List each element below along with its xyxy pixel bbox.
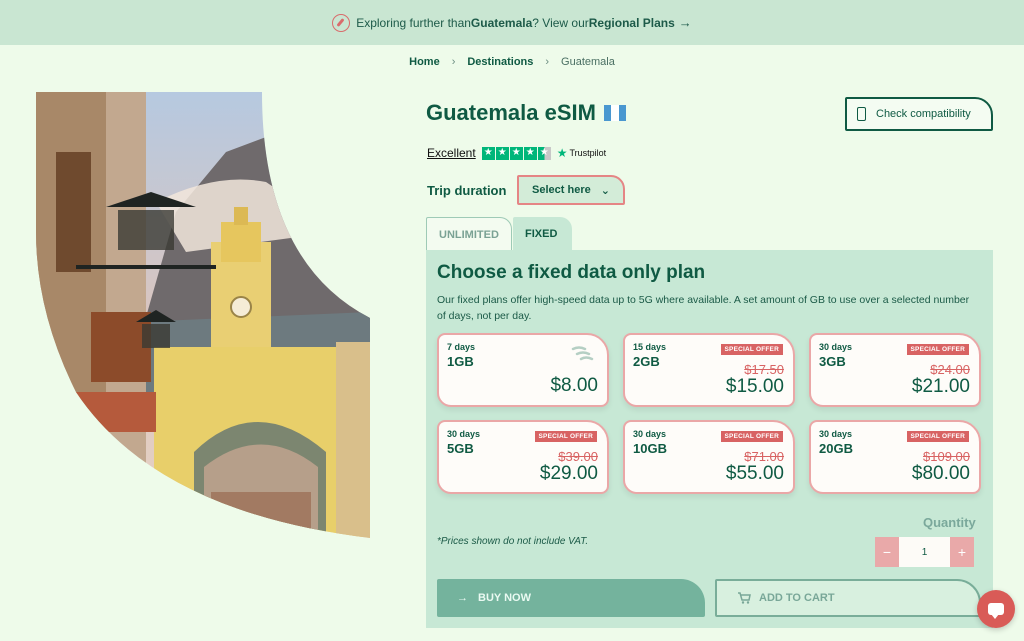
plan-price: $21.00 (911, 376, 970, 397)
quantity-increase-button[interactable]: + (950, 537, 974, 567)
check-compatibility-label: Check compatibility (876, 108, 971, 120)
special-offer-badge: SPECIAL OFFER (906, 344, 969, 355)
plan-days: 7 days (447, 342, 476, 352)
plan-card-20gb[interactable]: 30 days 20GB SPECIAL OFFER $109.00 $80.0… (809, 420, 981, 494)
page-title: Guatemala eSIM (426, 100, 626, 126)
star-half-icon: ★ (537, 146, 551, 160)
star-icon: ★ (509, 146, 523, 160)
plan-old-price: $109.00 (923, 449, 970, 464)
banner-middle: ? View our (532, 15, 589, 30)
star-icon: ★ (495, 146, 509, 160)
plan-card-2gb[interactable]: 15 days 2GB SPECIAL OFFER $17.50 $15.00 (623, 333, 795, 407)
signal-icon (571, 346, 594, 361)
plan-card-10gb[interactable]: 30 days 10GB SPECIAL OFFER $71.00 $55.00 (623, 420, 795, 494)
guatemala-flag-icon (603, 105, 626, 121)
add-to-cart-button[interactable]: ADD TO CART (715, 579, 981, 617)
plan-price: $29.00 (539, 463, 598, 484)
plan-price: $80.00 (911, 463, 970, 484)
check-compatibility-button[interactable]: Check compatibility (845, 97, 993, 131)
plan-old-price: $39.00 (558, 449, 598, 464)
plan-old-price: $71.00 (744, 449, 784, 464)
breadcrumb-home[interactable]: Home (409, 56, 440, 68)
trustpilot-rating[interactable]: Excellent ★ ★ ★ ★ ★ ★ Trustpilot (427, 146, 606, 160)
special-offer-badge: SPECIAL OFFER (720, 431, 783, 442)
chevron-right-icon: › (545, 56, 550, 68)
plan-price: $15.00 (725, 376, 784, 397)
regional-plans-banner[interactable]: Exploring further than Guatemala ? View … (0, 0, 1024, 45)
plan-data-amount: 2GB (633, 354, 660, 369)
special-offer-badge: SPECIAL OFFER (534, 431, 597, 442)
quantity-decrease-button[interactable]: − (875, 537, 899, 567)
destination-hero-image (36, 92, 370, 538)
breadcrumb: Home › Destinations › Guatemala (0, 56, 1024, 68)
plans-heading: Choose a fixed data only plan (437, 262, 706, 283)
plan-old-price: $17.50 (744, 362, 784, 377)
cart-icon (738, 592, 751, 604)
buy-now-label: BUY NOW (478, 592, 531, 604)
plan-card-3gb[interactable]: 30 days 3GB SPECIAL OFFER $24.00 $21.00 (809, 333, 981, 407)
trustpilot-logo: ★ Trustpilot (557, 146, 606, 160)
trustpilot-stars: ★ ★ ★ ★ ★ (481, 146, 551, 160)
plan-card-1gb[interactable]: 7 days 1GB $8.00 (437, 333, 609, 407)
chat-button[interactable] (977, 590, 1015, 628)
tab-unlimited[interactable]: UNLIMITED (426, 217, 512, 251)
plan-data-amount: 5GB (447, 441, 474, 456)
trustpilot-rating-text: Excellent (427, 146, 476, 160)
product-title: Guatemala eSIM (426, 100, 596, 125)
banner-country: Guatemala (470, 15, 533, 30)
quantity-input[interactable]: 1 (899, 537, 950, 567)
trip-duration-select[interactable]: Select here ⌄ (517, 175, 625, 205)
special-offer-badge: SPECIAL OFFER (720, 344, 783, 355)
star-icon: ★ (481, 146, 495, 160)
vat-note: *Prices shown do not include VAT. (437, 536, 589, 547)
arrow-right-icon: → (678, 15, 692, 30)
breadcrumb-current: Guatemala (561, 56, 615, 68)
quantity-stepper: − 1 + (875, 537, 974, 567)
plan-days: 15 days (633, 342, 667, 352)
plan-price: $8.00 (550, 375, 598, 396)
plan-data-amount: 20GB (819, 441, 853, 456)
chevron-down-icon: ⌄ (600, 184, 610, 197)
plan-days: 30 days (819, 429, 853, 439)
buy-now-button[interactable]: → BUY NOW (437, 579, 705, 617)
plans-description: Our fixed plans offer high-speed data up… (437, 294, 970, 323)
plan-old-price: $24.00 (930, 362, 970, 377)
quantity-label: Quantity (923, 515, 976, 530)
plan-card-5gb[interactable]: 30 days 5GB SPECIAL OFFER $39.00 $29.00 (437, 420, 609, 494)
plan-days: 30 days (447, 429, 481, 439)
plan-days: 30 days (819, 342, 853, 352)
compass-icon (332, 13, 351, 32)
star-icon: ★ (523, 146, 537, 160)
regional-plans-link[interactable]: Regional Plans (589, 16, 675, 30)
tab-fixed[interactable]: FIXED (513, 217, 572, 251)
breadcrumb-destinations[interactable]: Destinations (467, 56, 533, 68)
trustpilot-star-icon: ★ (556, 146, 568, 160)
arrow-right-icon: → (457, 592, 468, 604)
special-offer-badge: SPECIAL OFFER (906, 431, 969, 442)
trip-duration-select-label: Select here (532, 184, 591, 196)
plan-data-amount: 10GB (633, 441, 667, 456)
chat-icon (988, 603, 1004, 619)
banner-prefix: Exploring further than (356, 15, 471, 30)
plan-data-amount: 3GB (819, 354, 846, 369)
fixed-plans-panel: Choose a fixed data only plan Our fixed … (426, 250, 993, 628)
add-to-cart-label: ADD TO CART (759, 592, 835, 604)
plan-price: $55.00 (725, 463, 784, 484)
trustpilot-brand: Trustpilot (569, 148, 607, 158)
trip-duration-label: Trip duration (427, 183, 507, 198)
plan-data-amount: 1GB (447, 354, 474, 369)
plan-days: 30 days (633, 429, 667, 439)
chevron-right-icon: › (451, 56, 456, 68)
phone-icon (857, 107, 866, 121)
